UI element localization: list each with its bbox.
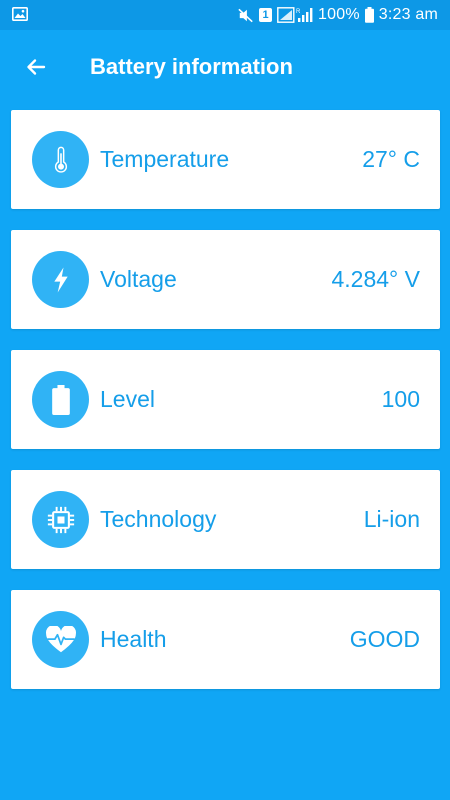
item-label: Health	[100, 626, 167, 652]
heart-pulse-icon	[32, 611, 89, 668]
item-value: Li-ion	[363, 506, 420, 532]
battery-percent: 100%	[318, 6, 360, 23]
svg-text:R: R	[296, 9, 301, 15]
item-label: Technology	[100, 506, 217, 532]
list-item-health: Health GOOD	[11, 590, 440, 689]
list-item-level: Level 100	[11, 350, 440, 449]
item-value: 27° C	[362, 146, 420, 172]
list-item-technology: Technology Li-ion	[11, 470, 440, 569]
chip-icon	[32, 491, 89, 548]
list-item-voltage: Voltage 4.284° V	[11, 230, 440, 329]
battery-info-list: Temperature 27° C Voltage 4.284° V Level…	[11, 110, 440, 710]
lightning-icon	[32, 251, 89, 308]
item-label: Temperature	[100, 146, 230, 172]
battery-icon	[364, 7, 374, 23]
app-bar: Battery information	[0, 30, 450, 104]
sim-icon: 1	[259, 8, 273, 22]
battery-level-icon	[32, 371, 89, 428]
item-value: GOOD	[349, 626, 420, 652]
list-item-temperature: Temperature 27° C	[11, 110, 440, 209]
item-label: Voltage	[100, 266, 177, 292]
back-button[interactable]	[20, 51, 52, 83]
item-value: 4.284° V	[331, 266, 421, 292]
status-bar: 1 R 100% 3:23 am	[0, 0, 450, 30]
page-title: Battery information	[90, 54, 293, 79]
mute-icon	[238, 8, 253, 22]
item-label: Level	[100, 386, 155, 412]
arrow-left-icon	[27, 59, 46, 75]
item-value: 100	[381, 386, 420, 412]
thermometer-icon	[32, 131, 89, 188]
signal-icon: R	[277, 7, 313, 23]
clock: 3:23 am	[378, 6, 438, 23]
image-icon	[12, 7, 28, 21]
